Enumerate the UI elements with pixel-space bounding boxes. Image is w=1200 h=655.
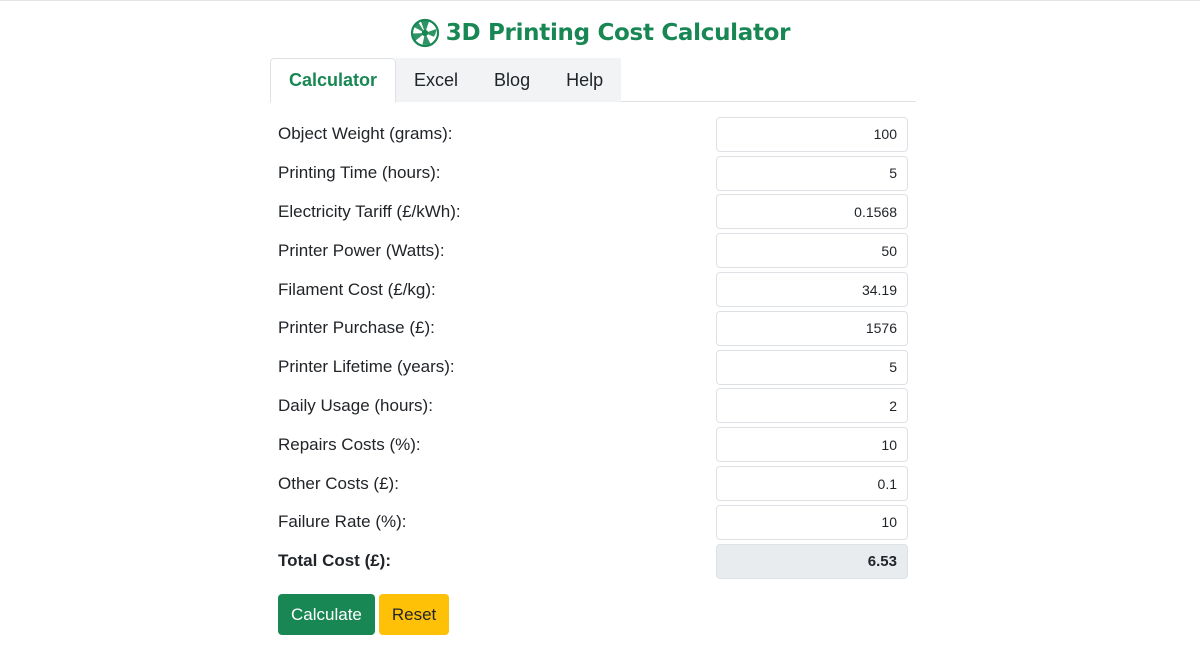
printer-power-input[interactable]	[716, 233, 908, 269]
reset-button[interactable]: Reset	[378, 594, 450, 635]
form-row-printer-purchase: Printer Purchase (£):	[278, 309, 908, 348]
electricity-tariff-input[interactable]	[716, 194, 908, 230]
printing-time-label: Printing Time (hours):	[278, 163, 441, 183]
printing-time-input[interactable]	[716, 155, 908, 191]
printer-lifetime-input[interactable]	[716, 349, 908, 385]
repairs-costs-input[interactable]	[716, 427, 908, 463]
brand[interactable]: 3D Printing Cost Calculator	[410, 18, 791, 48]
repairs-costs-label: Repairs Costs (%):	[278, 434, 421, 454]
form-row-failure-rate: Failure Rate (%):	[278, 503, 908, 542]
form-row-electricity-tariff: Electricity Tariff (£/kWh):	[278, 193, 908, 232]
page-header: 3D Printing Cost Calculator	[0, 15, 1200, 51]
other-costs-label: Other Costs (£):	[278, 473, 399, 493]
form-row-object-weight: Object Weight (grams):	[278, 115, 908, 154]
form-row-printing-time: Printing Time (hours):	[278, 154, 908, 193]
calculator-form: Object Weight (grams): Printing Time (ho…	[278, 115, 908, 581]
other-costs-input[interactable]	[716, 466, 908, 502]
page-title: 3D Printing Cost Calculator	[445, 20, 791, 46]
tab-blog[interactable]: Blog	[476, 58, 549, 102]
tab-excel[interactable]: Excel	[396, 58, 477, 102]
filament-cost-input[interactable]	[716, 272, 908, 308]
daily-usage-label: Daily Usage (hours):	[278, 395, 433, 415]
filament-cost-label: Filament Cost (£/kg):	[278, 279, 436, 299]
printer-power-label: Printer Power (Watts):	[278, 240, 445, 260]
electricity-tariff-label: Electricity Tariff (£/kWh):	[278, 201, 461, 221]
nav-tabs: Calculator Excel Blog Help	[270, 58, 916, 103]
form-actions: Calculate Reset	[278, 594, 450, 635]
printer-purchase-label: Printer Purchase (£):	[278, 318, 435, 338]
failure-rate-label: Failure Rate (%):	[278, 512, 407, 532]
total-cost-output	[716, 543, 908, 579]
total-cost-label: Total Cost (£):	[278, 551, 392, 571]
printer-lifetime-label: Printer Lifetime (years):	[278, 357, 455, 377]
daily-usage-input[interactable]	[716, 388, 908, 424]
form-row-filament-cost: Filament Cost (£/kg):	[278, 270, 908, 309]
failure-rate-input[interactable]	[716, 504, 908, 540]
form-row-printer-power: Printer Power (Watts):	[278, 231, 908, 270]
form-row-total-cost: Total Cost (£):	[278, 542, 908, 581]
form-row-other-costs: Other Costs (£):	[278, 464, 908, 503]
printer-purchase-input[interactable]	[716, 310, 908, 346]
form-row-printer-lifetime: Printer Lifetime (years):	[278, 348, 908, 387]
object-weight-label: Object Weight (grams):	[278, 124, 453, 144]
object-weight-input[interactable]	[716, 116, 908, 152]
tab-calculator[interactable]: Calculator	[270, 58, 397, 103]
tab-help[interactable]: Help	[548, 58, 622, 102]
calculate-button[interactable]: Calculate	[278, 594, 375, 635]
form-row-daily-usage: Daily Usage (hours):	[278, 387, 908, 426]
form-row-repairs-costs: Repairs Costs (%):	[278, 425, 908, 464]
green-wheel-icon	[410, 18, 439, 48]
